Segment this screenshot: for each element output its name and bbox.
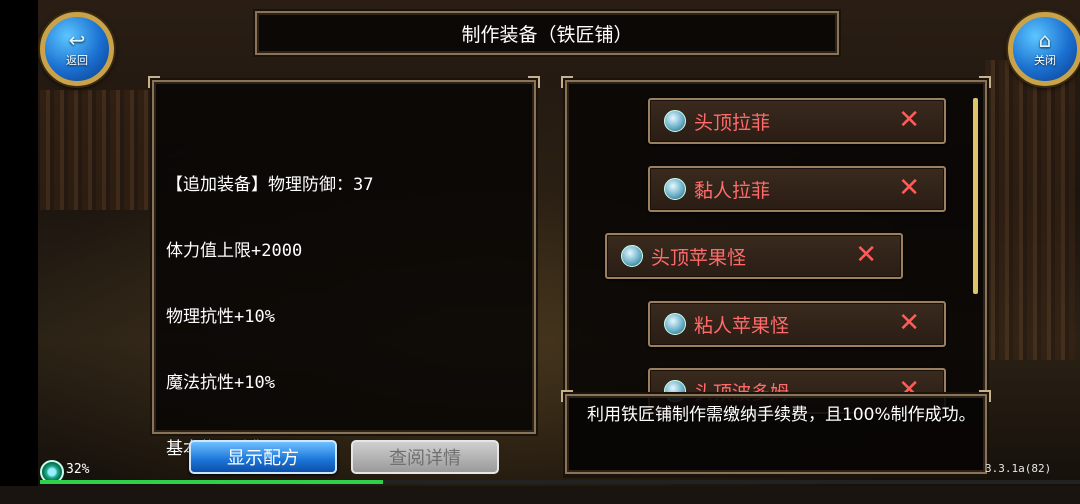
equipment-stats-panel: 【追加装备】物理防御：37 体力值上限+2000 物理抗性+10% 魔法抗性+1… bbox=[148, 76, 540, 459]
show-recipe-label: 显示配方 bbox=[227, 448, 299, 469]
stat-line: 魔法抗性+10% bbox=[166, 373, 275, 393]
remove-icon[interactable]: ✕ bbox=[898, 309, 920, 337]
title-bar: 制作装备（铁匠铺） bbox=[255, 11, 839, 55]
stat-line: 物理抗性+10% bbox=[166, 307, 275, 327]
list-item-label: 粘人苹果怪 bbox=[694, 314, 790, 337]
progress-fill bbox=[40, 480, 384, 484]
back-button[interactable]: ↩ 返回 bbox=[40, 12, 114, 86]
bookshelf-decor-right bbox=[985, 60, 1075, 360]
remove-icon[interactable]: ✕ bbox=[855, 241, 877, 269]
potion-icon bbox=[621, 245, 643, 267]
remove-icon[interactable]: ✕ bbox=[898, 106, 920, 134]
list-item[interactable]: 黏人拉菲 ✕ bbox=[648, 166, 946, 212]
list-item[interactable]: 头顶拉菲 ✕ bbox=[648, 98, 946, 144]
close-label: 关闭 bbox=[1034, 54, 1056, 67]
stat-line: 体力值上限+2000 bbox=[166, 241, 303, 261]
frame-corner-ornament bbox=[528, 76, 540, 88]
bookshelf-decor-left bbox=[40, 90, 150, 210]
list-item-label: 头顶苹果怪 bbox=[651, 246, 747, 269]
potion-icon bbox=[664, 313, 686, 335]
notice-text: 利用铁匠铺制作需缴纳手续费，且100%制作成功。 bbox=[587, 405, 976, 425]
stat-line: 【追加装备】物理防御：37 bbox=[166, 175, 374, 195]
view-details-button[interactable]: 查阅详情 bbox=[351, 440, 499, 474]
potion-icon bbox=[664, 110, 686, 132]
battery-percent: 32% bbox=[66, 462, 90, 477]
page-title: 制作装备（铁匠铺） bbox=[461, 23, 633, 46]
frame-corner-ornament bbox=[561, 390, 573, 402]
loading-progress-bar bbox=[40, 480, 1080, 484]
list-scrollbar[interactable] bbox=[973, 98, 978, 294]
notice-panel: 利用铁匠铺制作需缴纳手续费，且100%制作成功。 bbox=[561, 390, 991, 474]
close-button[interactable]: ⌂ 关闭 bbox=[1008, 12, 1080, 86]
frame-corner-ornament bbox=[561, 76, 573, 88]
list-item-label: 黏人拉菲 bbox=[694, 179, 771, 202]
list-item[interactable]: 粘人苹果怪 ✕ bbox=[648, 301, 946, 347]
remove-icon[interactable]: ✕ bbox=[898, 174, 920, 202]
list-item-selected[interactable]: 头顶苹果怪 ✕ bbox=[605, 233, 903, 279]
back-label: 返回 bbox=[66, 54, 88, 67]
screen-edge bbox=[0, 0, 38, 486]
frame-corner-ornament bbox=[979, 390, 991, 402]
version-label: 3.3.1a(82) bbox=[985, 462, 1052, 475]
frame-corner-ornament bbox=[148, 76, 160, 88]
potion-icon bbox=[664, 178, 686, 200]
frame-corner-ornament bbox=[979, 76, 991, 88]
home-icon: ⌂ bbox=[1038, 28, 1052, 52]
list-item-label: 头顶拉菲 bbox=[694, 111, 771, 134]
show-recipe-button[interactable]: 显示配方 bbox=[189, 440, 337, 474]
back-arrow-icon: ↩ bbox=[68, 28, 86, 52]
view-details-label: 查阅详情 bbox=[389, 448, 461, 469]
